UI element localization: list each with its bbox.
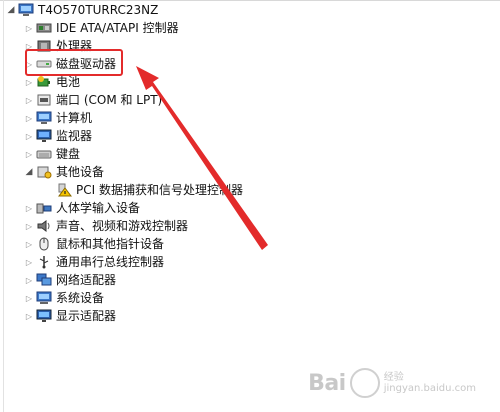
- tree-item-label: 显示适配器: [56, 309, 117, 323]
- tree-item-label: 通用串行总线控制器: [56, 255, 165, 269]
- tree-item-label: 计算机: [56, 111, 93, 125]
- tree-item-label: 系统设备: [56, 291, 105, 305]
- expand-arrow-icon[interactable]: ▷: [24, 91, 34, 109]
- expand-arrow-icon[interactable]: ▷: [24, 127, 34, 145]
- collapse-arrow-icon[interactable]: ◢: [6, 1, 16, 19]
- tree-item-display[interactable]: ▷ 显示适配器: [24, 307, 116, 325]
- tree-item-sound[interactable]: ▷ 声音、视频和游戏控制器: [24, 217, 188, 235]
- watermark-text: 经验 jingyan.baidu.com: [384, 372, 476, 394]
- tree-item-label: 监视器: [56, 129, 93, 143]
- expand-arrow-icon[interactable]: ▷: [24, 145, 34, 163]
- expand-arrow-icon[interactable]: ▷: [24, 289, 34, 307]
- tree-item-mouse[interactable]: ▷ 鼠标和其他指针设备: [24, 235, 164, 253]
- tree-item-monitor[interactable]: ▷ 监视器: [24, 127, 92, 145]
- other-devices-icon: [36, 165, 52, 179]
- tree-item-label: 网络适配器: [56, 273, 117, 287]
- collapse-arrow-icon[interactable]: ◢: [24, 163, 34, 181]
- expand-arrow-icon[interactable]: ▷: [24, 307, 34, 325]
- tree-item-keyboard[interactable]: ▷ 键盘: [24, 145, 80, 163]
- watermark-logo: Bai: [308, 370, 346, 396]
- tree-root-label: T4O570TURRC23NZ: [38, 3, 159, 17]
- tree-item-label: 其他设备: [56, 165, 105, 179]
- tree-item-computer[interactable]: ▷ 计算机: [24, 109, 92, 127]
- tree-item-ports[interactable]: ▷ 端口 (COM 和 LPT): [24, 91, 162, 109]
- network-adapter-icon: [36, 273, 52, 287]
- tree-root[interactable]: ◢ T4O570TURRC23NZ: [6, 1, 159, 19]
- annotation-highlight-box: [25, 49, 123, 76]
- battery-icon: [36, 75, 52, 89]
- tree-item-label: 鼠标和其他指针设备: [56, 237, 165, 251]
- tree-item-label: 声音、视频和游戏控制器: [56, 219, 189, 233]
- display-adapter-icon: [36, 309, 52, 323]
- warning-device-icon: [56, 183, 72, 197]
- tree-item-usb[interactable]: ▷ 通用串行总线控制器: [24, 253, 164, 271]
- computer-icon: [36, 111, 52, 125]
- tree-item-label: 键盘: [56, 147, 81, 161]
- mouse-icon: [36, 237, 52, 251]
- tree-item-label: 端口 (COM 和 LPT): [56, 93, 163, 107]
- tree-item-label: IDE ATA/ATAPI 控制器: [56, 21, 179, 35]
- system-devices-icon: [36, 291, 52, 305]
- tree-item-label: 人体学输入设备: [56, 201, 141, 215]
- monitor-icon: [36, 129, 52, 143]
- watermark: Bai 经验 jingyan.baidu.com: [308, 368, 476, 398]
- tree-item-system[interactable]: ▷ 系统设备: [24, 289, 104, 307]
- expand-arrow-icon[interactable]: ▷: [24, 271, 34, 289]
- computer-icon: [18, 3, 34, 17]
- ide-controller-icon: [36, 21, 52, 35]
- sound-icon: [36, 219, 52, 233]
- tree-child-pci-controller[interactable]: PCI 数据捕获和信号处理控制器: [56, 181, 243, 199]
- usb-icon: [36, 255, 52, 269]
- tree-item-ide[interactable]: ▷ IDE ATA/ATAPI 控制器: [24, 19, 179, 37]
- watermark-url: jingyan.baidu.com: [383, 383, 476, 394]
- expand-arrow-icon[interactable]: ▷: [24, 19, 34, 37]
- expand-arrow-icon[interactable]: ▷: [24, 109, 34, 127]
- port-icon: [36, 93, 52, 107]
- expand-arrow-icon[interactable]: ▷: [24, 199, 34, 217]
- expand-arrow-icon[interactable]: ▷: [24, 217, 34, 235]
- tree-item-label: PCI 数据捕获和信号处理控制器: [76, 183, 243, 197]
- tree-item-other-devices[interactable]: ◢ 其他设备: [24, 163, 104, 181]
- keyboard-icon: [36, 147, 52, 161]
- tree-item-network[interactable]: ▷ 网络适配器: [24, 271, 116, 289]
- hid-icon: [36, 201, 52, 215]
- baidu-paw-icon: [349, 368, 380, 398]
- expand-arrow-icon[interactable]: ▷: [24, 235, 34, 253]
- expand-arrow-icon[interactable]: ▷: [24, 253, 34, 271]
- tree-item-hid[interactable]: ▷ 人体学输入设备: [24, 199, 140, 217]
- watermark-logo-tail: 经验: [383, 372, 404, 383]
